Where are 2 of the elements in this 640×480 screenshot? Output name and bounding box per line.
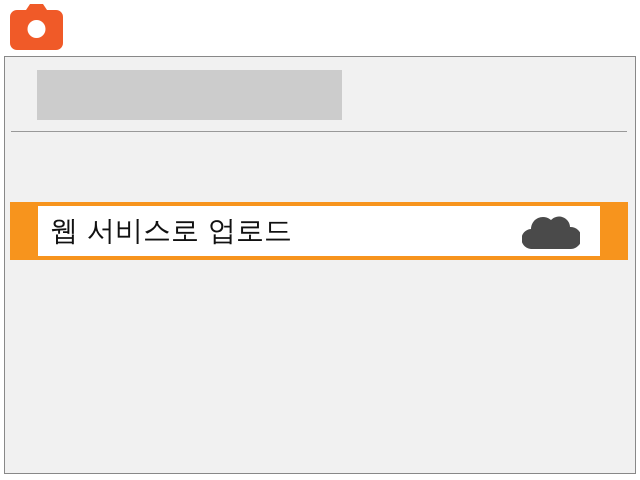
menu-item[interactable]: 웹 서비스로 업로드 — [10, 202, 628, 260]
camera-icon — [10, 4, 63, 50]
